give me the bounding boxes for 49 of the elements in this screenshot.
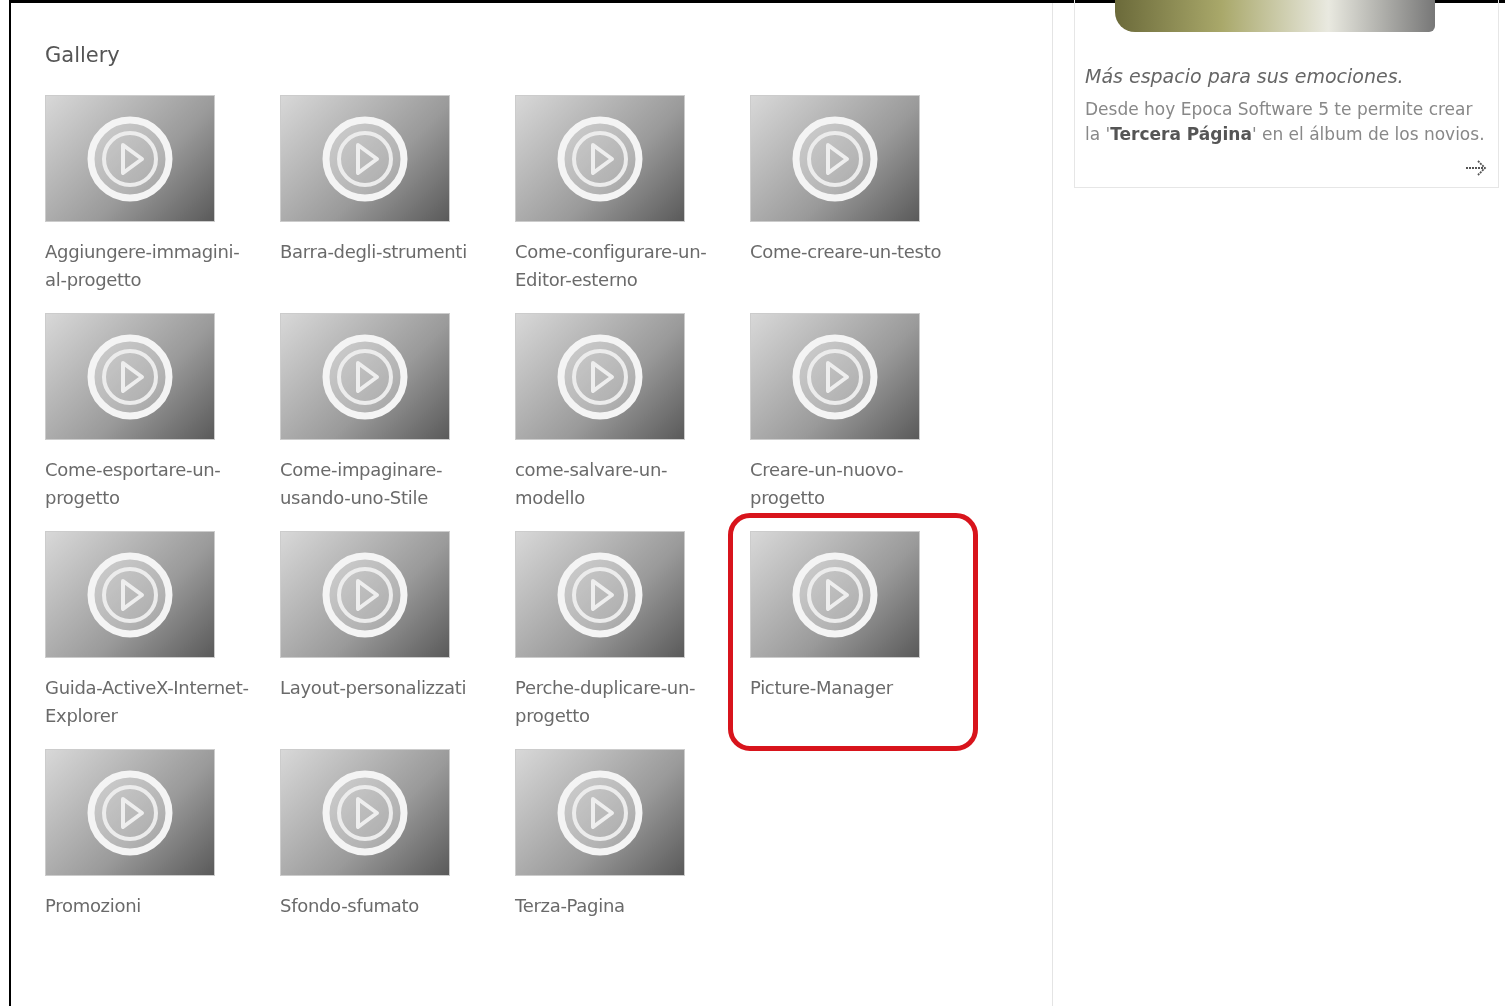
video-title[interactable]: Layout-personalizzati xyxy=(280,674,485,702)
promo-text: Desde hoy Epoca Software 5 te permite crear la 'Tercera Página' en el álbum de los novios. xyxy=(1085,98,1486,146)
play-icon xyxy=(322,769,408,856)
video-thumbnail[interactable] xyxy=(45,313,215,440)
video-thumbnail[interactable] xyxy=(45,95,215,222)
video-thumbnail[interactable] xyxy=(515,531,685,658)
video-title[interactable]: Come-impaginare-usando-uno-Stile xyxy=(280,456,485,512)
play-icon xyxy=(322,333,408,420)
video-thumbnail[interactable] xyxy=(45,531,215,658)
play-icon xyxy=(557,769,643,856)
promo-headline: Más espacio para sus emociones. xyxy=(1085,65,1405,87)
video-thumbnail[interactable] xyxy=(750,95,920,222)
video-title[interactable]: Come-creare-un-testo xyxy=(750,238,955,266)
video-thumbnail[interactable] xyxy=(515,313,685,440)
play-icon xyxy=(792,115,878,202)
play-icon xyxy=(322,551,408,638)
video-title[interactable]: Barra-degli-strumenti xyxy=(280,238,485,266)
play-icon xyxy=(87,115,173,202)
video-thumbnail[interactable] xyxy=(515,95,685,222)
play-icon xyxy=(792,551,878,638)
gallery-title: Gallery xyxy=(45,43,121,67)
play-icon xyxy=(322,115,408,202)
video-title[interactable]: Creare-un-nuovo-progetto xyxy=(750,456,955,512)
play-icon xyxy=(87,333,173,420)
video-title[interactable]: Terza-Pagina xyxy=(515,892,720,920)
video-title[interactable]: Guida-ActiveX-Internet-Explorer xyxy=(45,674,250,730)
video-thumbnail[interactable] xyxy=(45,749,215,876)
play-icon xyxy=(87,769,173,856)
video-thumbnail[interactable] xyxy=(515,749,685,876)
video-title[interactable]: Come-configurare-un-Editor-esterno xyxy=(515,238,720,294)
play-icon xyxy=(557,115,643,202)
play-icon xyxy=(557,551,643,638)
video-thumbnail[interactable] xyxy=(750,313,920,440)
video-title[interactable]: Perche-duplicare-un-progetto xyxy=(515,674,720,730)
video-thumbnail[interactable] xyxy=(280,313,450,440)
video-thumbnail[interactable] xyxy=(280,749,450,876)
video-title[interactable]: Picture-Manager xyxy=(750,674,955,702)
video-title[interactable]: Promozioni xyxy=(45,892,250,920)
video-thumbnail[interactable] xyxy=(280,95,450,222)
play-icon xyxy=(557,333,643,420)
video-title[interactable]: Come-esportare-un-progetto xyxy=(45,456,250,512)
play-icon xyxy=(87,551,173,638)
video-thumbnail[interactable] xyxy=(750,531,920,658)
arrow-icon[interactable] xyxy=(1464,159,1488,177)
video-thumbnail[interactable] xyxy=(280,531,450,658)
video-title[interactable]: Sfondo-sfumato xyxy=(280,892,485,920)
video-title[interactable]: Aggiungere-immagini-al-progetto xyxy=(45,238,250,294)
video-title[interactable]: come-salvare-un-modello xyxy=(515,456,720,512)
play-icon xyxy=(792,333,878,420)
